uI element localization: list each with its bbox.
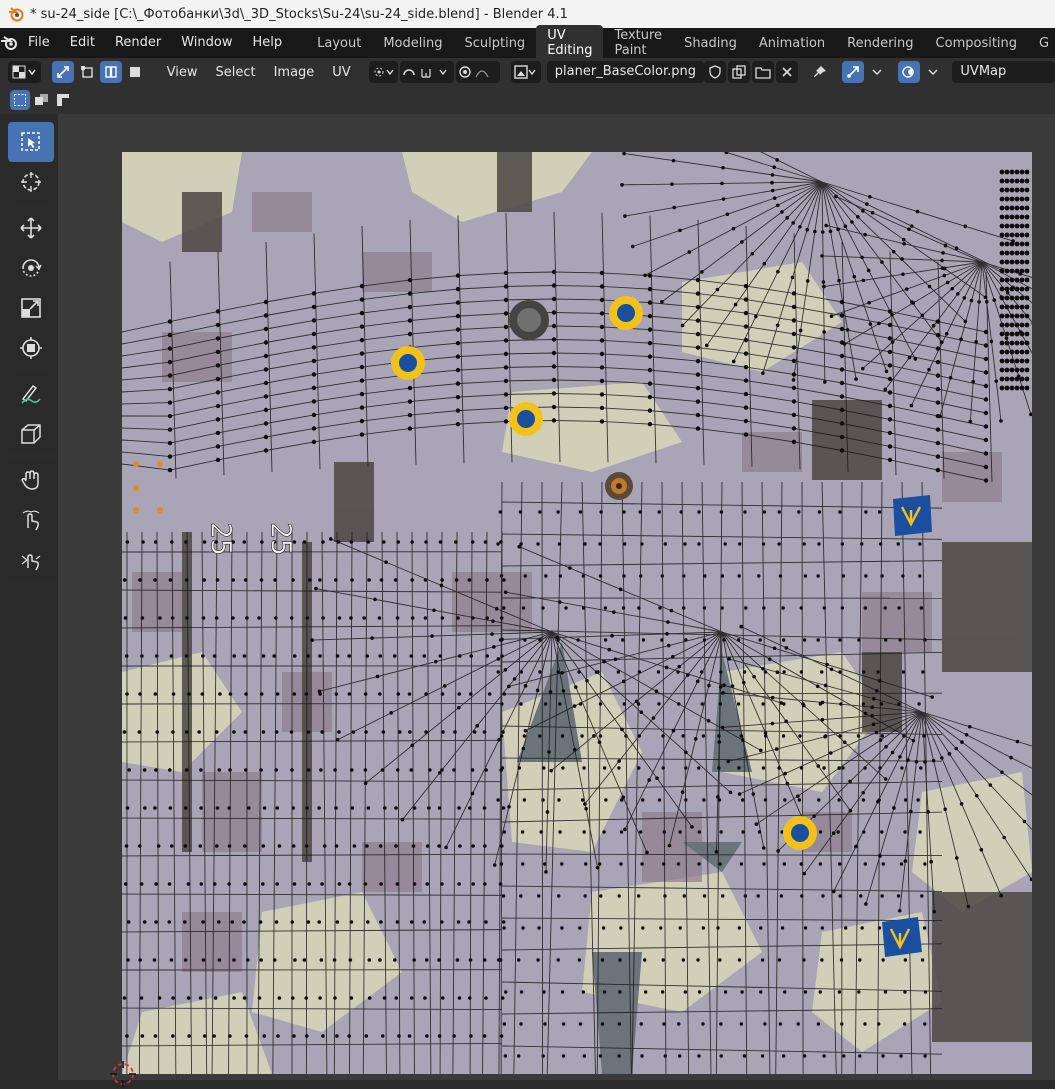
gizmo-dropdown-icon[interactable]	[866, 61, 888, 83]
tab-sculpting[interactable]: Sculpting	[453, 33, 536, 54]
open-image-folder-icon[interactable]	[752, 61, 774, 83]
uv-editor-viewport[interactable]: 25 25	[58, 114, 1055, 1080]
select-new-icon[interactable]	[10, 90, 30, 110]
gizmo-toggle-icon[interactable]	[842, 61, 864, 83]
pin-icon[interactable]	[809, 61, 831, 83]
cursor-icon[interactable]	[8, 162, 54, 202]
uv-editor-header: View Select Image UV planer_BaseColor.pn…	[0, 58, 1055, 86]
rip-region-icon[interactable]	[8, 414, 54, 454]
tab-geometry-nodes[interactable]: G	[1028, 33, 1055, 54]
select-subtract-icon[interactable]	[54, 90, 74, 110]
window-title-bar: * su-24_side [C:\_Фотобанки\3d\_3D_Stock…	[0, 0, 1055, 28]
tab-rendering[interactable]: Rendering	[836, 33, 924, 54]
window-title: * su-24_side [C:\_Фотобанки\3d\_3D_Stock…	[30, 7, 568, 22]
uv-layout-overlay: 25 25	[122, 152, 1032, 1074]
uv-sync-selection-icon[interactable]	[52, 61, 74, 83]
tool-shelf	[8, 122, 56, 586]
tab-uv-editing[interactable]: UV Editing	[536, 25, 603, 61]
2d-cursor-icon[interactable]	[108, 1059, 138, 1089]
transform-icon[interactable]	[8, 328, 54, 368]
move-icon[interactable]	[8, 208, 54, 248]
menu-view[interactable]: View	[158, 65, 207, 80]
tail-number-marking: 25	[205, 522, 238, 556]
tail-number-marking: 25	[265, 522, 298, 556]
scale-icon[interactable]	[8, 288, 54, 328]
image-browse-icon[interactable]	[511, 61, 540, 83]
tab-animation[interactable]: Animation	[748, 33, 836, 54]
menu-render[interactable]: Render	[105, 28, 171, 58]
face-select-icon[interactable]	[124, 61, 146, 83]
tab-texture-paint[interactable]: Texture Paint	[603, 25, 673, 61]
fake-user-icon[interactable]	[704, 61, 726, 83]
rotate-icon[interactable]	[8, 248, 54, 288]
proportional-edit-icon[interactable]	[456, 61, 500, 83]
menu-edit[interactable]: Edit	[60, 28, 105, 58]
tab-layout[interactable]: Layout	[306, 33, 372, 54]
top-menu-bar: File Edit Render Window Help Layout Mode…	[0, 28, 1055, 58]
menu-image[interactable]: Image	[265, 65, 324, 80]
workspace-tabs: Layout Modeling Sculpting UV Editing Tex…	[306, 28, 1055, 58]
blender-menu-icon[interactable]	[0, 35, 18, 51]
menu-uv[interactable]: UV	[323, 65, 359, 80]
tab-modeling[interactable]: Modeling	[372, 33, 453, 54]
duplicate-image-icon[interactable]	[728, 61, 750, 83]
unlink-image-icon[interactable]	[776, 61, 798, 83]
menu-select[interactable]: Select	[206, 65, 264, 80]
grab-icon[interactable]	[8, 460, 54, 500]
editor-type-icon[interactable]	[8, 61, 41, 83]
selection-mode-row	[0, 86, 1055, 114]
overlays-toggle-icon[interactable]	[898, 61, 920, 83]
blender-logo-icon	[8, 6, 24, 22]
uv-texture-image[interactable]: 25 25	[122, 152, 1032, 1074]
annotate-icon[interactable]	[8, 374, 54, 414]
uv-map-selector[interactable]: UVMap	[952, 61, 1055, 83]
select-box-icon[interactable]	[8, 122, 54, 162]
menu-help[interactable]: Help	[243, 28, 293, 58]
vertex-select-icon[interactable]	[76, 61, 98, 83]
tab-compositing[interactable]: Compositing	[925, 33, 1029, 54]
tab-shading[interactable]: Shading	[673, 33, 748, 54]
image-name-field[interactable]: planer_BaseColor.png	[547, 61, 704, 83]
pivot-point-icon[interactable]	[369, 61, 398, 83]
menu-file[interactable]: File	[18, 28, 60, 58]
edge-select-icon[interactable]	[100, 61, 122, 83]
relax-icon[interactable]	[8, 500, 54, 540]
pinch-icon[interactable]	[8, 540, 54, 580]
select-extend-icon[interactable]	[32, 90, 52, 110]
snap-icon[interactable]	[400, 61, 453, 83]
overlays-dropdown-icon[interactable]	[922, 61, 944, 83]
menu-window[interactable]: Window	[171, 28, 242, 58]
